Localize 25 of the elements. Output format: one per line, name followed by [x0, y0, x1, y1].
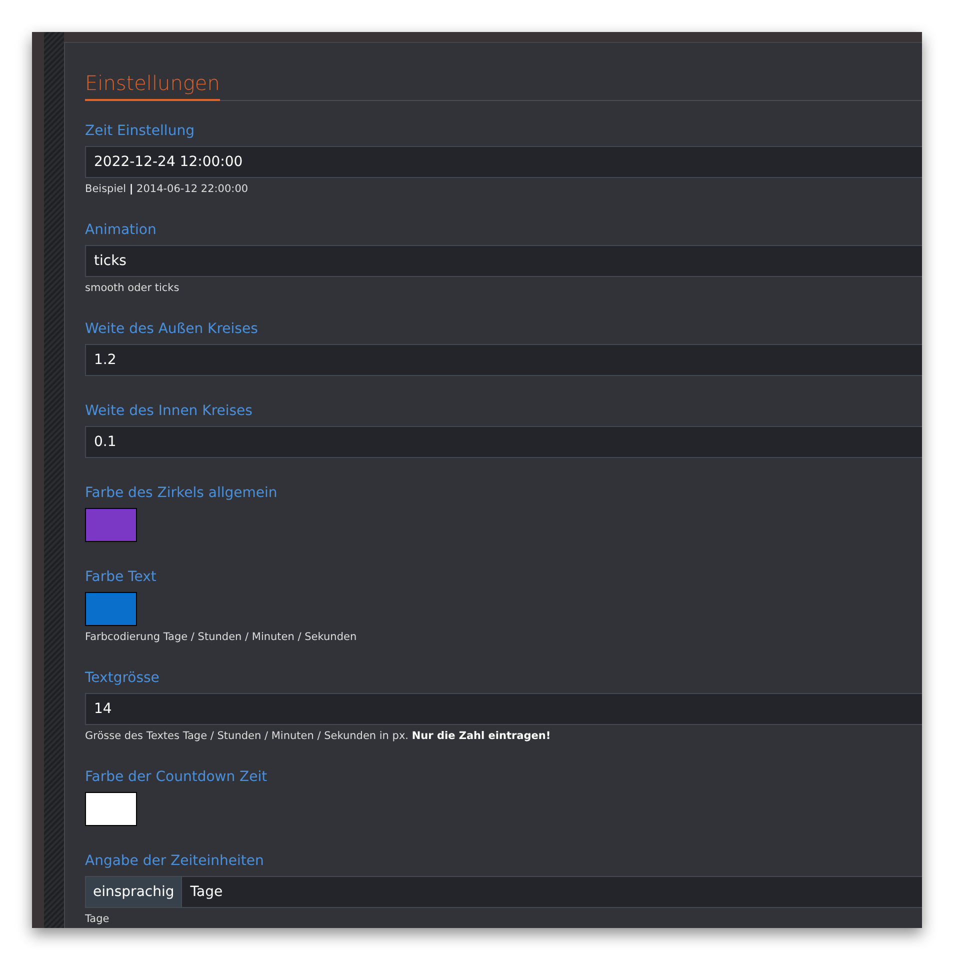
field-label: Weite des Außen Kreises	[85, 321, 258, 337]
color-swatch[interactable]	[85, 508, 137, 542]
color-swatch[interactable]	[85, 792, 137, 826]
field-label: Farbe der Countdown Zeit	[85, 769, 268, 785]
help-text: Farbcodierung Tage / Stunden / Minuten / Sekunden	[85, 631, 357, 643]
text-field[interactable]: Tage	[181, 876, 922, 908]
field-label: Weite des Innen Kreises	[85, 403, 252, 419]
help-text: Tage	[85, 913, 110, 925]
input-addon: einsprachig	[85, 876, 182, 908]
help-text: Beispiel | 2014-06-12 22:00:00	[85, 183, 248, 195]
field-label: Animation	[85, 222, 156, 238]
text-field[interactable]: 0.1	[85, 426, 922, 458]
field-label: Farbe des Zirkels allgemein	[85, 485, 278, 501]
help-text: smooth oder ticks	[85, 282, 180, 294]
field-label: Farbe Text	[85, 569, 156, 585]
panel-title: Einstellungen	[85, 71, 220, 101]
text-field[interactable]: 1.2	[85, 344, 922, 376]
text-field[interactable]: ticks	[85, 245, 922, 277]
field-label: Textgrösse	[85, 670, 160, 686]
field-label: Angabe der Zeiteinheiten	[85, 853, 264, 869]
color-swatch[interactable]	[85, 592, 137, 626]
text-field[interactable]: 14	[85, 693, 922, 725]
text-field[interactable]: 2022-12-24 12:00:00	[85, 146, 922, 178]
help-text: Grösse des Textes Tage / Stunden / Minuten / Sekunden in px. Nur die Zahl eintragen!	[85, 730, 551, 742]
field-label: Zeit Einstellung	[85, 123, 194, 139]
